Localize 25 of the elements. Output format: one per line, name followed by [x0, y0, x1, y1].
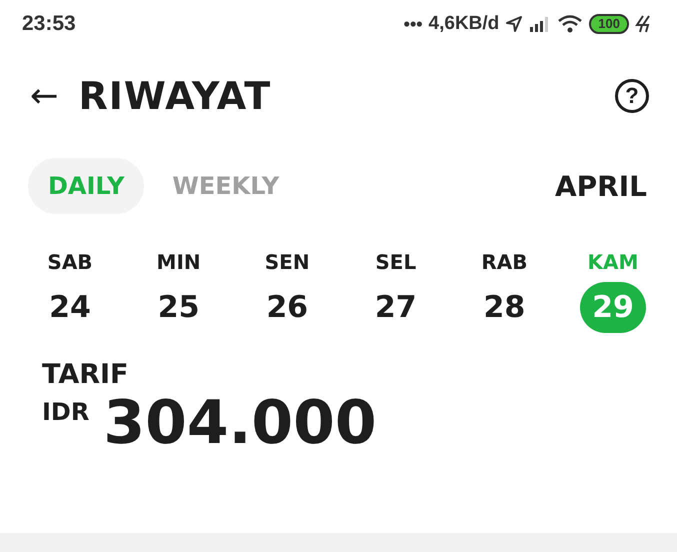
- back-button[interactable]: ←: [30, 79, 58, 113]
- more-indicator: •••: [404, 14, 423, 34]
- currency-label: IDR: [42, 398, 90, 426]
- status-time: 23:53: [22, 12, 76, 36]
- charging-icon: [635, 15, 651, 33]
- date-button[interactable]: 24: [37, 282, 103, 333]
- weekday-label: SEL: [375, 250, 416, 274]
- weekday-label: RAB: [481, 250, 528, 274]
- help-button[interactable]: ?: [615, 79, 649, 113]
- weekday-label: SAB: [47, 250, 93, 274]
- battery-indicator: 100: [589, 14, 629, 34]
- tarif-amount: 304.000: [103, 390, 377, 456]
- date-button[interactable]: 28: [472, 282, 538, 333]
- month-label: APRIL: [554, 170, 647, 202]
- page-title: RIWAYAT: [78, 74, 272, 118]
- date-button[interactable]: 26: [254, 282, 320, 333]
- network-speed: 4,6KB/d: [428, 13, 500, 35]
- wifi-icon: [557, 14, 584, 34]
- location-icon: [505, 15, 524, 33]
- date-button[interactable]: 27: [362, 282, 429, 333]
- date-button[interactable]: 25: [146, 282, 212, 333]
- tarif-label: TARIF: [42, 359, 130, 390]
- weekday-label: SEN: [264, 250, 310, 274]
- weekday-label: MIN: [156, 250, 201, 274]
- weekday-label: KAM: [588, 250, 638, 274]
